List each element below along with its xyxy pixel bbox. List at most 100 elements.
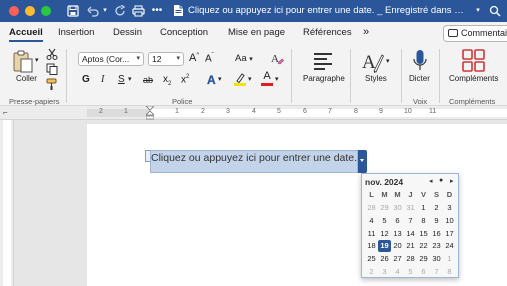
day-cell[interactable]: 3 xyxy=(378,266,391,278)
text-effects-button[interactable]: A xyxy=(207,73,216,87)
search-icon[interactable] xyxy=(488,3,502,19)
print-icon[interactable] xyxy=(131,3,145,19)
add-ins-label[interactable]: Compléments xyxy=(449,74,498,83)
tab-references[interactable]: Références xyxy=(303,26,352,40)
more-tabs-icon[interactable]: » xyxy=(363,25,369,39)
subscript-button[interactable]: x2 xyxy=(163,74,171,87)
redo-icon[interactable] xyxy=(113,3,127,19)
day-cell[interactable]: 29 xyxy=(378,202,391,214)
today-button[interactable]: ● xyxy=(439,177,443,184)
selected-day-cell[interactable]: 19 xyxy=(378,240,391,253)
save-icon[interactable] xyxy=(66,3,80,19)
underline-dropdown-icon[interactable]: ▾ xyxy=(128,75,132,83)
tab-mise-en-page[interactable]: Mise en page xyxy=(228,26,285,40)
font-name-select[interactable]: Aptos (Cor... ▾ xyxy=(78,52,144,66)
day-cell[interactable]: 20 xyxy=(391,240,404,252)
day-cell[interactable]: 2 xyxy=(430,202,443,214)
bold-button[interactable]: G xyxy=(82,74,90,85)
next-month-button[interactable]: ▸ xyxy=(450,177,454,185)
day-cell[interactable]: 21 xyxy=(404,240,417,252)
day-cell[interactable]: 8 xyxy=(417,215,430,227)
title-dropdown-icon[interactable]: ▾ xyxy=(474,3,482,19)
styles-icon[interactable]: A xyxy=(362,49,385,73)
day-cell[interactable]: 6 xyxy=(417,266,430,278)
font-size-select[interactable]: 12 ▾ xyxy=(148,52,184,66)
tab-stop-selector-icon[interactable]: ⌐ xyxy=(3,108,8,117)
day-cell[interactable]: 9 xyxy=(430,215,443,227)
day-cell[interactable]: 14 xyxy=(404,228,417,240)
text-effects-dropdown-icon[interactable]: ▾ xyxy=(218,75,222,83)
underline-button[interactable]: S xyxy=(118,74,125,85)
paragraph-icon[interactable] xyxy=(312,50,334,72)
day-cell[interactable]: 30 xyxy=(430,253,443,265)
change-case-icon[interactable]: Aa ▾ xyxy=(235,53,253,64)
tab-conception[interactable]: Conception xyxy=(160,26,208,40)
day-cell[interactable]: 4 xyxy=(365,215,378,227)
day-cell[interactable]: 1 xyxy=(417,202,430,214)
dictate-label[interactable]: Dicter xyxy=(409,74,430,83)
day-cell[interactable]: 7 xyxy=(430,266,443,278)
day-cell[interactable]: 25 xyxy=(365,253,378,265)
font-color-button[interactable]: A xyxy=(261,71,273,88)
zoom-window-button[interactable] xyxy=(41,6,51,16)
comments-button[interactable]: Commentaires xyxy=(443,25,507,42)
day-cell[interactable]: 2 xyxy=(365,266,378,278)
clear-formatting-icon[interactable]: A xyxy=(270,51,284,65)
date-placeholder-text[interactable]: Cliquez ou appuyez ici pour entrer une d… xyxy=(151,152,357,164)
day-cell[interactable]: 30 xyxy=(391,202,404,214)
day-cell[interactable]: 27 xyxy=(391,253,404,265)
day-cell[interactable]: 26 xyxy=(378,253,391,265)
day-cell[interactable]: 31 xyxy=(404,202,417,214)
tab-insertion[interactable]: Insertion xyxy=(58,26,94,40)
paste-label[interactable]: Coller xyxy=(16,74,37,83)
undo-icon[interactable] xyxy=(86,3,100,19)
microphone-icon[interactable] xyxy=(413,49,427,73)
day-cell[interactable]: 7 xyxy=(404,215,417,227)
cut-icon[interactable] xyxy=(46,48,58,60)
previous-month-button[interactable]: ◂ xyxy=(429,177,433,185)
strikethrough-button[interactable]: ab xyxy=(143,75,153,85)
day-cell[interactable]: 23 xyxy=(430,240,443,252)
day-cell[interactable]: 18 xyxy=(365,240,378,252)
highlight-dropdown-icon[interactable]: ▾ xyxy=(248,75,252,83)
italic-button[interactable]: I xyxy=(101,74,104,85)
day-cell[interactable]: 29 xyxy=(417,253,430,265)
shrink-font-icon[interactable]: Aˇ xyxy=(205,53,214,64)
styles-dropdown-icon[interactable]: ▾ xyxy=(386,57,390,65)
font-color-dropdown-icon[interactable]: ▾ xyxy=(275,75,279,83)
day-cell[interactable]: 22 xyxy=(417,240,430,252)
undo-dropdown-icon[interactable]: ▾ xyxy=(101,3,109,19)
day-cell[interactable]: 13 xyxy=(391,228,404,240)
format-painter-icon[interactable] xyxy=(46,78,58,90)
day-cell[interactable]: 15 xyxy=(417,228,430,240)
date-picker-dropdown-button[interactable] xyxy=(358,150,367,173)
copy-icon[interactable] xyxy=(46,63,58,75)
styles-label[interactable]: Styles xyxy=(365,74,387,83)
day-cell[interactable]: 16 xyxy=(430,228,443,240)
minimize-window-button[interactable] xyxy=(25,6,35,16)
paste-icon[interactable] xyxy=(12,50,34,74)
day-cell[interactable]: 6 xyxy=(391,215,404,227)
highlight-button[interactable] xyxy=(234,72,246,88)
day-cell[interactable]: 24 xyxy=(443,240,456,252)
day-cell[interactable]: 10 xyxy=(443,215,456,227)
day-cell[interactable]: 5 xyxy=(404,266,417,278)
close-window-button[interactable] xyxy=(9,6,19,16)
more-options-icon[interactable]: ••• xyxy=(150,3,164,19)
day-cell[interactable]: 28 xyxy=(404,253,417,265)
paste-dropdown-icon[interactable]: ▾ xyxy=(35,56,39,64)
add-ins-icon[interactable] xyxy=(462,49,486,73)
grow-font-icon[interactable]: A^ xyxy=(189,52,199,64)
day-cell[interactable]: 17 xyxy=(443,228,456,240)
day-cell[interactable]: 8 xyxy=(443,266,456,278)
day-cell[interactable]: 1 xyxy=(443,253,456,265)
superscript-button[interactable]: x2 xyxy=(181,74,189,85)
day-cell[interactable]: 3 xyxy=(443,202,456,214)
paragraph-label[interactable]: Paragraphe xyxy=(303,74,345,83)
tab-dessin[interactable]: Dessin xyxy=(113,26,142,40)
day-cell[interactable]: 4 xyxy=(391,266,404,278)
day-cell[interactable]: 5 xyxy=(378,215,391,227)
day-cell[interactable]: 12 xyxy=(378,228,391,240)
indent-marker-icon[interactable] xyxy=(145,105,155,120)
day-cell[interactable]: 11 xyxy=(365,228,378,240)
